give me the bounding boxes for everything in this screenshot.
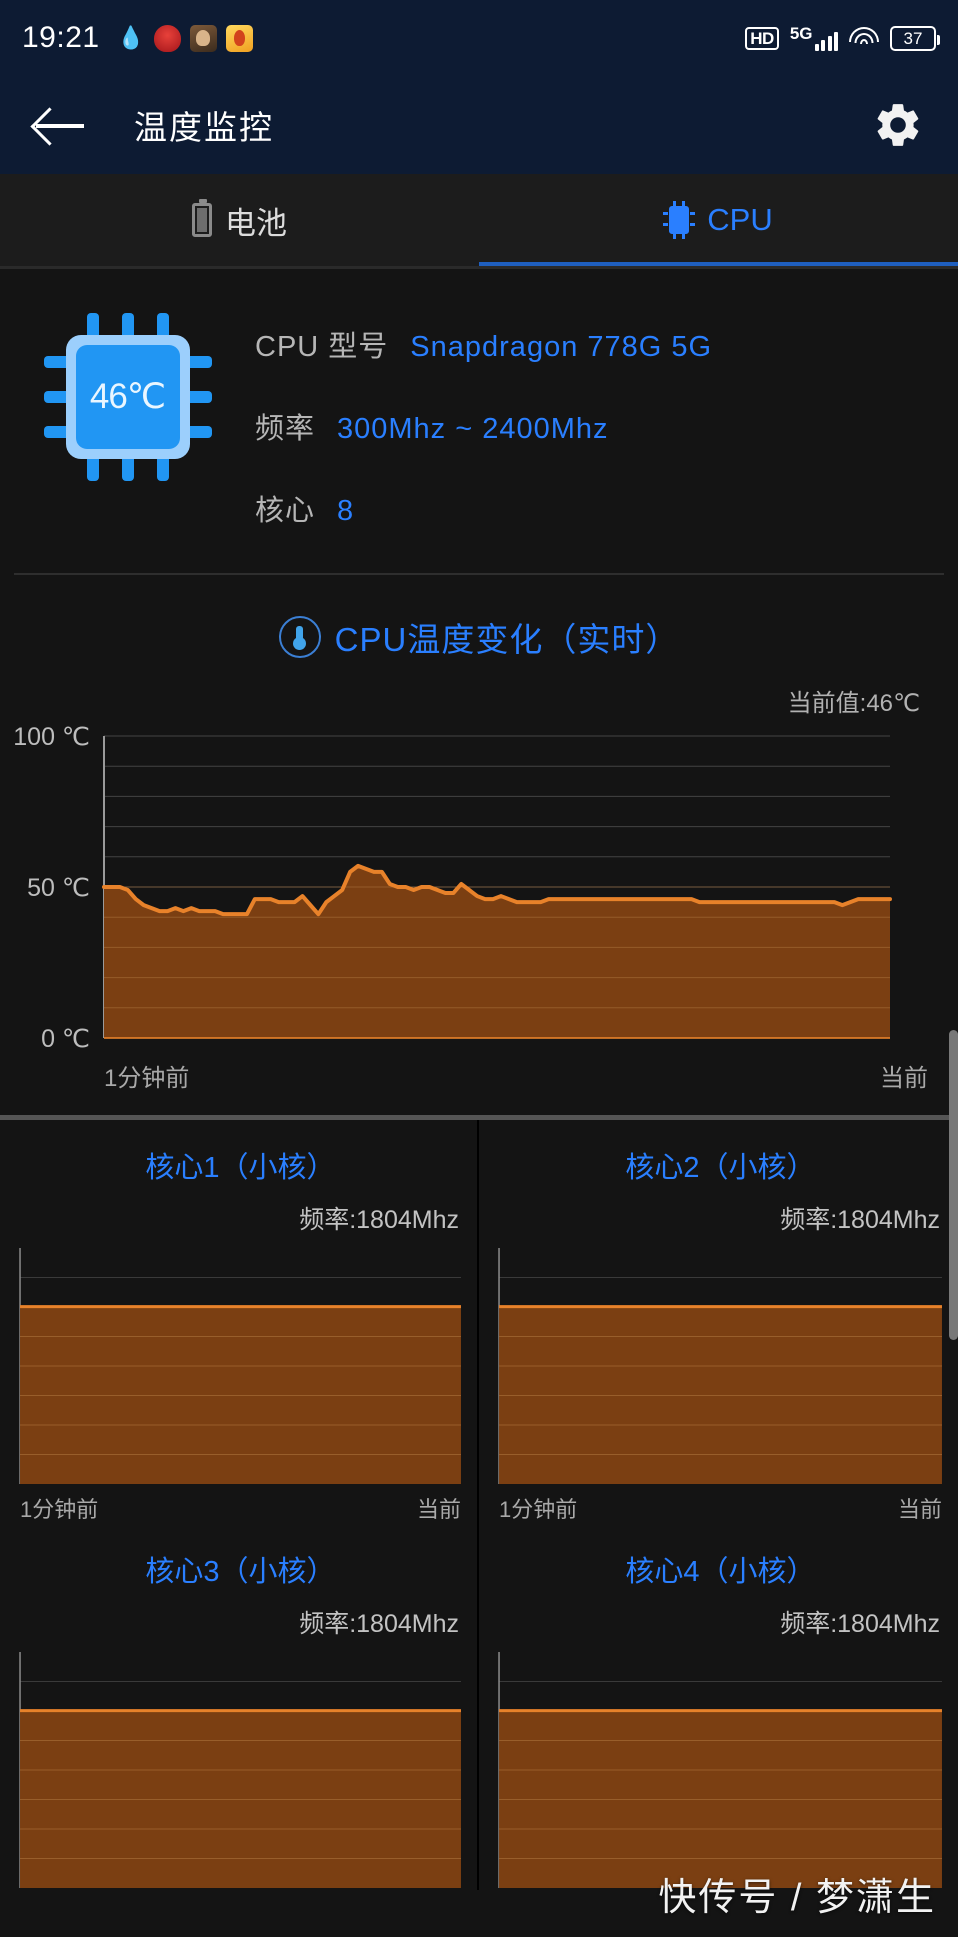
core-2-name: 核心2（小核） <box>625 1152 816 1184</box>
core-1-x-right: 当前 <box>416 1497 461 1522</box>
cpu-info-row-frequency: 频率 300Mhz ~ 2400Mhz <box>255 405 958 447</box>
core-2-x-left: 1分钟前 <box>499 1497 578 1522</box>
core-1-x-left: 1分钟前 <box>20 1497 99 1522</box>
cpu-info-row-model: CPU 型号 Snapdragon 778G 5G <box>255 323 958 365</box>
core-4-frequency: 频率:1804Mhz <box>780 1610 940 1638</box>
core-card-2[interactable]: 核心2（小核） 频率:1804Mhz 1分钟前 当前 <box>479 1120 958 1524</box>
core-1-plot <box>18 1246 463 1486</box>
cpu-model-value: Snapdragon 778G 5G <box>410 331 713 363</box>
signal-bars-icon <box>814 29 838 51</box>
cpu-chip-temperature-icon: 46℃ <box>43 313 212 481</box>
core-1-name: 核心1（小核） <box>145 1152 336 1184</box>
watermark: 快传号 / 梦潇生 <box>658 1877 936 1919</box>
core-1-x-labels: 1分钟前 当前 <box>18 1486 463 1524</box>
tab-active-indicator <box>479 262 958 266</box>
core-3-plot <box>18 1650 463 1890</box>
vertical-scrollbar[interactable] <box>949 1030 958 1340</box>
page-title: 温度监控 <box>134 109 274 146</box>
svg-text:100 ℃: 100 ℃ <box>13 723 90 751</box>
cpu-info-rows: CPU 型号 Snapdragon 778G 5G 频率 300Mhz ~ 24… <box>255 303 958 529</box>
cpu-temp-chip-wrap: 46℃ <box>0 303 255 481</box>
cpu-info-panel: 46℃ CPU 型号 Snapdragon 778G 5G 频率 300Mhz … <box>0 269 958 573</box>
status-time: 19:21 <box>22 21 100 54</box>
core-row-2: 核心3（小核） 频率:1804Mhz 核心4（小核） 频率:1804Mhz <box>0 1524 958 1890</box>
tab-cpu-label: CPU <box>707 202 773 237</box>
gear-icon[interactable] <box>872 99 924 151</box>
cpu-model-label: CPU 型号 <box>255 331 389 363</box>
cpu-cores-value: 8 <box>337 495 355 527</box>
hd-icon: HD <box>745 26 779 50</box>
chart-x-axis-labels: 1分钟前 当前 <box>0 1052 958 1093</box>
core-4-name: 核心4（小核） <box>625 1556 816 1588</box>
app-bar: 温度监控 <box>0 76 958 174</box>
yellow-app-icon <box>225 24 253 52</box>
thermometer-icon <box>278 616 321 658</box>
status-bar: 19:21 💧 HD 5G 37 <box>0 0 958 76</box>
core-4-plot <box>497 1650 944 1890</box>
chart-title-row: CPU温度变化（实时） <box>0 613 958 661</box>
chart-x-right-label: 当前 <box>880 1065 928 1092</box>
cpu-frequency-value: 300Mhz ~ 2400Mhz <box>337 413 609 445</box>
flame-app-icon: 💧 <box>117 25 145 50</box>
core-card-3[interactable]: 核心3（小核） 频率:1804Mhz <box>0 1524 479 1890</box>
core-1-frequency: 频率:1804Mhz <box>299 1206 459 1234</box>
cpu-chip-icon <box>663 201 696 239</box>
network-type-label: 5G <box>789 24 813 43</box>
cpu-info-row-cores: 核心 8 <box>255 487 958 529</box>
cpu-temperature-chart-card: CPU温度变化（实时） 当前值:46℃ 0 ℃ 50 ℃ 100 ℃ 1分钟前 当前 <box>0 575 958 1093</box>
core-cards-section: 核心1（小核） 频率:1804Mhz 1分钟前 当前 核心2（小核） 频率:18… <box>0 1120 958 1890</box>
core-3-frequency: 频率:1804Mhz <box>299 1610 459 1638</box>
cpu-frequency-label: 频率 <box>255 413 316 445</box>
core-2-plot <box>497 1246 944 1486</box>
core-card-4[interactable]: 核心4（小核） 频率:1804Mhz <box>479 1524 958 1890</box>
core-2-x-labels: 1分钟前 当前 <box>497 1486 944 1524</box>
cpu-temperature-plot: 0 ℃ 50 ℃ 100 ℃ <box>13 723 892 1052</box>
wifi-icon <box>849 26 879 50</box>
chart-plot-area: 0 ℃ 50 ℃ 100 ℃ <box>0 722 958 1052</box>
svg-text:50 ℃: 50 ℃ <box>27 874 90 902</box>
battery-icon <box>192 199 212 237</box>
core-card-1[interactable]: 核心1（小核） 频率:1804Mhz 1分钟前 当前 <box>0 1120 479 1524</box>
core-3-name: 核心3（小核） <box>145 1556 336 1588</box>
svg-text:0 ℃: 0 ℃ <box>41 1025 90 1052</box>
tab-cpu[interactable]: CPU <box>479 174 958 266</box>
status-notification-icons: 💧 <box>117 24 253 52</box>
battery-percent-label: 37 <box>903 28 923 48</box>
core-row-1: 核心1（小核） 频率:1804Mhz 1分钟前 当前 核心2（小核） 频率:18… <box>0 1120 958 1524</box>
tab-battery-label: 电池 <box>225 205 287 241</box>
signal-5g-icon: 5G <box>790 25 838 51</box>
chart-title: CPU温度变化（实时） <box>334 621 680 658</box>
chart-x-left-label: 1分钟前 <box>104 1065 190 1092</box>
back-arrow-icon[interactable] <box>34 103 88 147</box>
cpu-chip-temp-label: 46℃ <box>89 377 166 416</box>
game-app-icon <box>189 24 217 52</box>
status-system-icons: HD 5G 37 <box>745 0 940 76</box>
red-app-icon <box>153 24 181 52</box>
battery-status-icon: 37 <box>890 25 940 51</box>
tab-battery[interactable]: 电池 <box>0 174 479 266</box>
core-2-frequency: 频率:1804Mhz <box>780 1206 940 1234</box>
tab-bar: 电池 CPU <box>0 174 958 266</box>
core-2-x-right: 当前 <box>897 1497 942 1522</box>
chart-current-value: 当前值:46℃ <box>787 690 920 717</box>
phone-screen: 19:21 💧 HD 5G 37 温度监控 电池 CPU 46℃ CPU 型号 … <box>0 0 958 1937</box>
cpu-cores-label: 核心 <box>255 495 316 527</box>
